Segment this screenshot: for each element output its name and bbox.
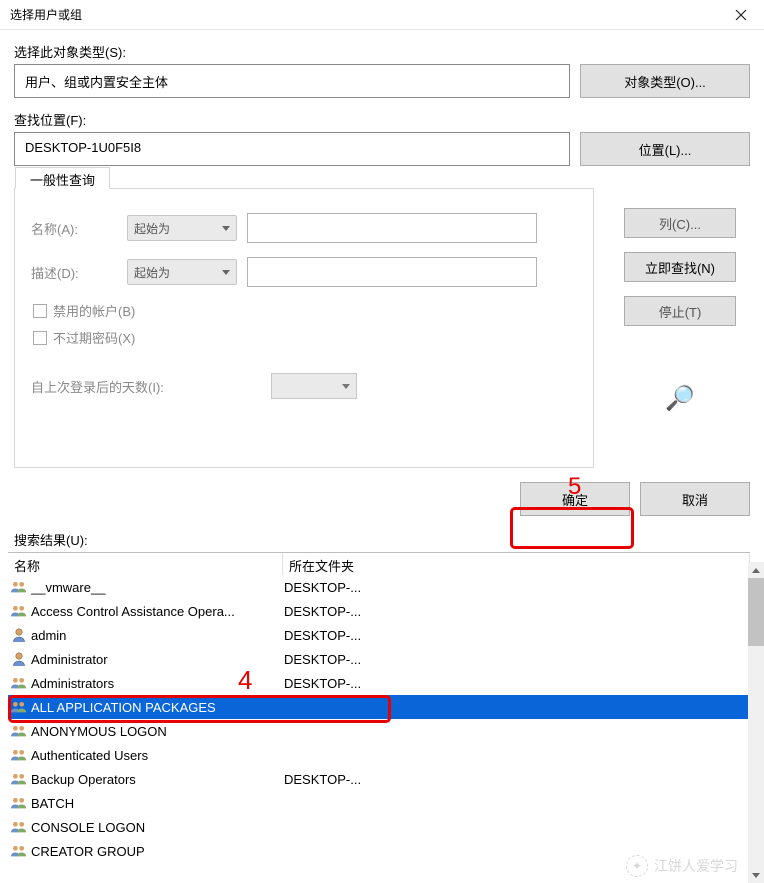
table-row[interactable]: Access Control Assistance Opera...DESKTO… [8, 599, 750, 623]
watermark: ✦ 江饼人爱学习 [626, 855, 738, 877]
tab-common-queries[interactable]: 一般性查询 [15, 167, 110, 189]
wechat-icon: ✦ [626, 855, 648, 877]
days-combo[interactable] [271, 373, 357, 399]
close-icon [735, 9, 747, 21]
close-button[interactable] [718, 1, 764, 29]
row-folder: DESKTOP-... [284, 652, 750, 667]
results-table: 名称 所在文件夹 4 __vmware__DESKTOP-...Access C… [8, 552, 750, 865]
user-icon [10, 627, 28, 643]
search-icon: 🔎 [665, 384, 695, 413]
group-icon [10, 772, 28, 786]
table-row[interactable]: ANONYMOUS LOGON [8, 719, 750, 743]
search-results-label: 搜索结果(U): [14, 530, 764, 549]
table-row[interactable]: adminDESKTOP-... [8, 623, 750, 647]
object-types-button[interactable]: 对象类型(O)... [580, 64, 750, 98]
group-icon [10, 724, 28, 738]
query-panel: 一般性查询 名称(A): 起始为 描述(D): 起始为 禁用的帐户(B) [14, 188, 594, 468]
arrow-down-icon [752, 873, 760, 878]
group-icon [10, 676, 28, 690]
table-row[interactable]: Backup OperatorsDESKTOP-... [8, 767, 750, 791]
scroll-thumb[interactable] [748, 578, 764, 646]
row-name: CREATOR GROUP [31, 844, 284, 859]
table-row[interactable]: __vmware__DESKTOP-... [8, 575, 750, 599]
columns-button[interactable]: 列(C)... [624, 208, 736, 238]
row-name: CONSOLE LOGON [31, 820, 284, 835]
name-input[interactable] [247, 213, 537, 243]
scroll-up-button[interactable] [748, 562, 764, 578]
annotation-5: 5 [568, 473, 581, 501]
desc-label: 描述(D): [31, 263, 117, 282]
locations-button[interactable]: 位置(L)... [580, 132, 750, 166]
table-row[interactable]: AdministratorDESKTOP-... [8, 647, 750, 671]
table-body: 4 __vmware__DESKTOP-...Access Control As… [8, 575, 750, 865]
row-folder: DESKTOP-... [284, 628, 750, 643]
row-folder: DESKTOP-... [284, 580, 750, 595]
desc-input[interactable] [247, 257, 537, 287]
stop-button[interactable]: 停止(T) [624, 296, 736, 326]
name-label: 名称(A): [31, 219, 117, 238]
object-type-label: 选择此对象类型(S): [14, 42, 750, 61]
disabled-accounts-checkbox[interactable] [33, 304, 47, 318]
name-combo[interactable]: 起始为 [127, 215, 237, 241]
location-value: DESKTOP-1U0F5I8 [14, 132, 570, 166]
table-row[interactable]: Authenticated Users [8, 743, 750, 767]
column-folder[interactable]: 所在文件夹 [283, 553, 750, 575]
chevron-down-icon [342, 384, 350, 389]
chevron-down-icon [222, 270, 230, 275]
user-icon [10, 651, 28, 667]
group-icon [10, 748, 28, 762]
table-row[interactable]: ALL APPLICATION PACKAGES [8, 695, 750, 719]
column-name[interactable]: 名称 [8, 553, 283, 575]
find-now-button[interactable]: 立即查找(N) [624, 252, 736, 282]
window-title: 选择用户或组 [10, 6, 718, 23]
row-name: Backup Operators [31, 772, 284, 787]
row-name: ALL APPLICATION PACKAGES [31, 700, 284, 715]
disabled-accounts-label: 禁用的帐户(B) [53, 301, 135, 320]
group-icon [10, 844, 28, 858]
row-folder: DESKTOP-... [284, 676, 750, 691]
row-folder: DESKTOP-... [284, 772, 750, 787]
row-name: Authenticated Users [31, 748, 284, 763]
non-expiring-label: 不过期密码(X) [53, 328, 135, 347]
non-expiring-checkbox[interactable] [33, 331, 47, 345]
object-type-value: 用户、组或内置安全主体 [14, 64, 570, 98]
arrow-up-icon [752, 568, 760, 573]
table-row[interactable]: CONSOLE LOGON [8, 815, 750, 839]
location-label: 查找位置(F): [14, 110, 750, 129]
chevron-down-icon [222, 226, 230, 231]
cancel-button[interactable]: 取消 [640, 482, 750, 516]
row-folder: DESKTOP-... [284, 604, 750, 619]
titlebar: 选择用户或组 [0, 0, 764, 30]
table-row[interactable]: BATCH [8, 791, 750, 815]
table-header: 名称 所在文件夹 [8, 553, 750, 575]
scrollbar[interactable] [748, 562, 764, 883]
days-since-logon-label: 自上次登录后的天数(I): [31, 377, 261, 396]
row-name: Access Control Assistance Opera... [31, 604, 284, 619]
group-icon [10, 604, 28, 618]
desc-combo[interactable]: 起始为 [127, 259, 237, 285]
scroll-down-button[interactable] [748, 867, 764, 883]
row-name: __vmware__ [31, 580, 284, 595]
group-icon [10, 796, 28, 810]
group-icon [10, 820, 28, 834]
group-icon [10, 700, 28, 714]
row-name: BATCH [31, 796, 284, 811]
table-row[interactable]: AdministratorsDESKTOP-... [8, 671, 750, 695]
group-icon [10, 580, 28, 594]
annotation-4: 4 [238, 665, 252, 696]
row-name: ANONYMOUS LOGON [31, 724, 284, 739]
row-name: admin [31, 628, 284, 643]
